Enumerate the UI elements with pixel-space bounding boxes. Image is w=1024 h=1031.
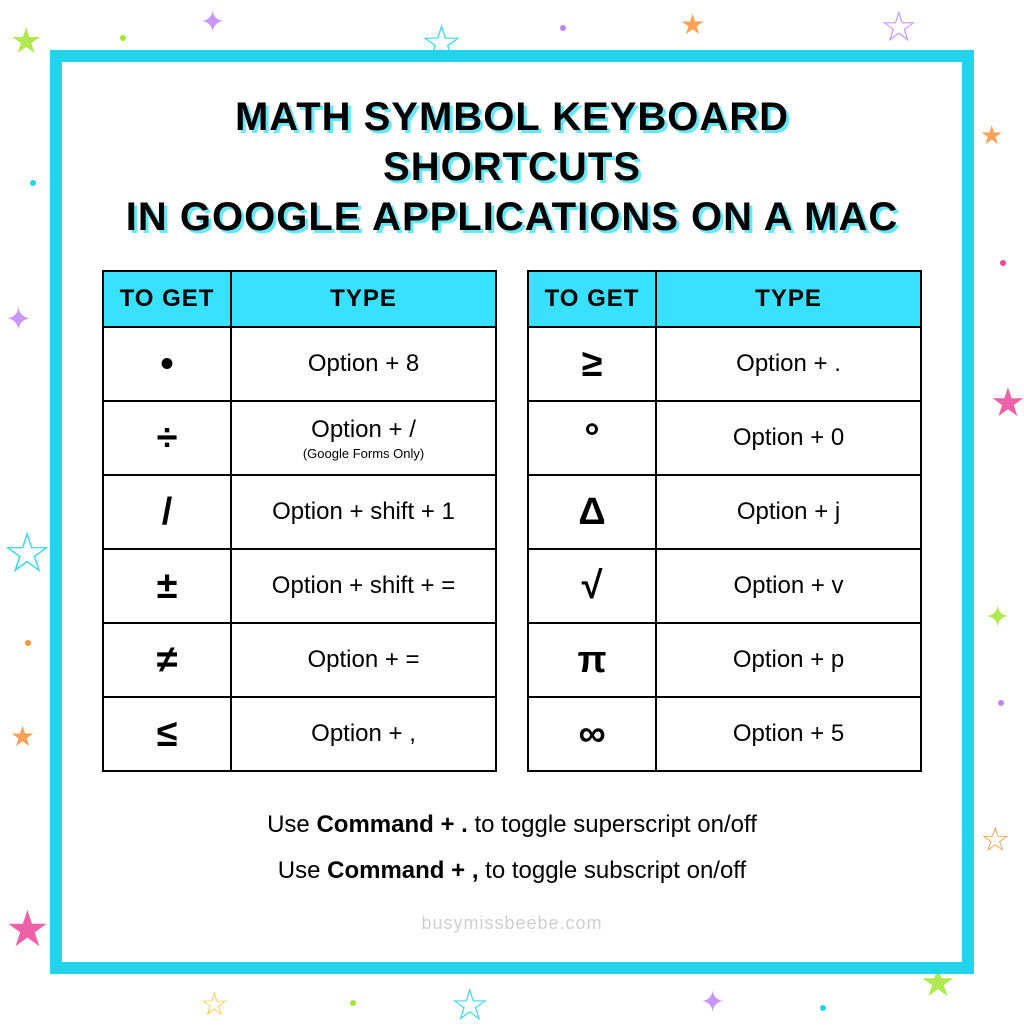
shortcut-table-left: TO GET TYPE •Option + 8÷Option + /(Googl… <box>102 270 497 772</box>
header-to-get: TO GET <box>528 271 656 327</box>
table-row: ±Option + shift + = <box>103 549 496 623</box>
tips-section: Use Command + . to toggle superscript on… <box>267 802 757 893</box>
shortcut-cell: Option + shift + = <box>231 549 496 623</box>
table-row: •Option + 8 <box>103 327 496 401</box>
shortcut-cell: Option + 5 <box>656 697 921 771</box>
table-row: ≠Option + = <box>103 623 496 697</box>
symbol-cell: ° <box>528 401 656 475</box>
tip-subscript: Use Command + , to toggle subscript on/o… <box>267 848 757 894</box>
shortcut-cell: Option + shift + 1 <box>231 475 496 549</box>
symbol-cell: ± <box>103 549 231 623</box>
symbol-cell: ≤ <box>103 697 231 771</box>
symbol-cell: / <box>103 475 231 549</box>
info-card: MATH SYMBOL KEYBOARD SHORTCUTS IN GOOGLE… <box>50 50 974 974</box>
shortcut-cell: Option + p <box>656 623 921 697</box>
shortcut-note: (Google Forms Only) <box>232 446 495 461</box>
shortcut-table-right: TO GET TYPE ≥Option + .°Option + 0ΔOptio… <box>527 270 922 772</box>
header-type: TYPE <box>231 271 496 327</box>
symbol-cell: Δ <box>528 475 656 549</box>
shortcut-cell: Option + /(Google Forms Only) <box>231 401 496 475</box>
tip-superscript: Use Command + . to toggle superscript on… <box>267 802 757 848</box>
symbol-cell: π <box>528 623 656 697</box>
shortcut-cell: Option + , <box>231 697 496 771</box>
shortcut-cell: Option + 0 <box>656 401 921 475</box>
table-row: ÷Option + /(Google Forms Only) <box>103 401 496 475</box>
shortcut-cell: Option + = <box>231 623 496 697</box>
symbol-cell: ≠ <box>103 623 231 697</box>
title-line-1: MATH SYMBOL KEYBOARD SHORTCUTS <box>235 95 789 189</box>
shortcut-cell: Option + . <box>656 327 921 401</box>
shortcut-cell: Option + 8 <box>231 327 496 401</box>
tables-container: TO GET TYPE •Option + 8÷Option + /(Googl… <box>102 270 922 772</box>
symbol-cell: • <box>103 327 231 401</box>
table-row: ≥Option + . <box>528 327 921 401</box>
symbol-cell: √ <box>528 549 656 623</box>
symbol-cell: ≥ <box>528 327 656 401</box>
table-row: √Option + v <box>528 549 921 623</box>
footer-credit: busymissbeebe.com <box>421 913 602 934</box>
shortcut-cell: Option + j <box>656 475 921 549</box>
symbol-cell: ∞ <box>528 697 656 771</box>
header-type: TYPE <box>656 271 921 327</box>
title-line-2: IN GOOGLE APPLICATIONS ON A MAC <box>126 195 898 239</box>
table-row: °Option + 0 <box>528 401 921 475</box>
header-to-get: TO GET <box>103 271 231 327</box>
symbol-cell: ÷ <box>103 401 231 475</box>
table-row: ∞Option + 5 <box>528 697 921 771</box>
table-row: /Option + shift + 1 <box>103 475 496 549</box>
shortcut-cell: Option + v <box>656 549 921 623</box>
table-row: πOption + p <box>528 623 921 697</box>
table-row: ΔOption + j <box>528 475 921 549</box>
page-title: MATH SYMBOL KEYBOARD SHORTCUTS IN GOOGLE… <box>102 92 922 242</box>
table-row: ≤Option + , <box>103 697 496 771</box>
